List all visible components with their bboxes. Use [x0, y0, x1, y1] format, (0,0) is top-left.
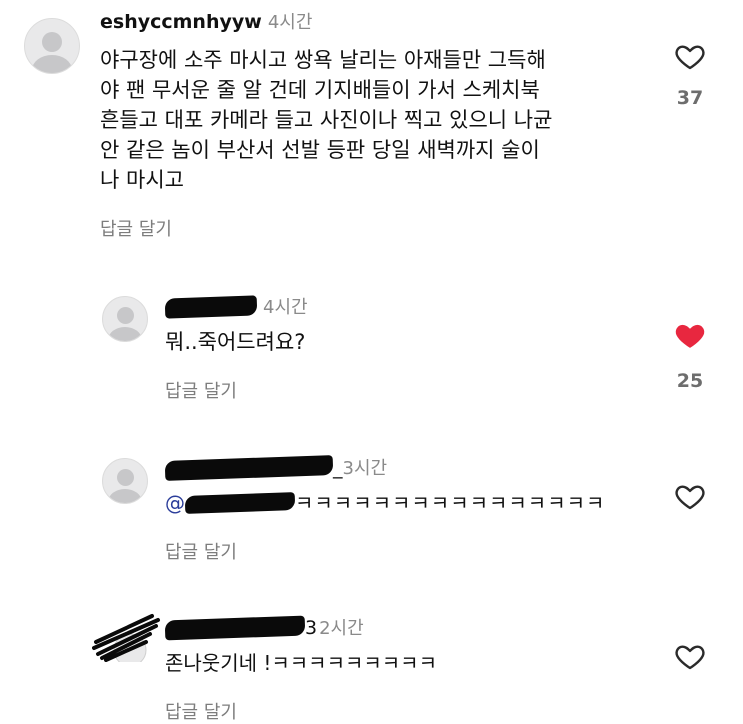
like-count: 37 — [676, 87, 704, 109]
reply-button[interactable]: 답글 달기 — [165, 377, 237, 403]
comment-text-line: 흔들고 대포 카메라 들고 사진이나 찍고 있으니 나균 — [100, 108, 553, 132]
timestamp: 2시간 — [319, 618, 364, 639]
heart-filled-icon[interactable] — [674, 319, 706, 351]
comment-text-line: 나 마시고 — [100, 168, 184, 192]
avatar[interactable] — [102, 296, 148, 342]
heart-outline-icon[interactable] — [674, 480, 706, 512]
redacted-username — [164, 295, 258, 319]
reply-item: _3시간 @ ㅋㅋㅋㅋㅋㅋㅋㅋㅋㅋㅋㅋㅋㅋㅋㅋ 답글 달기 — [0, 448, 743, 568]
comment-text-body: ㅋㅋㅋㅋㅋㅋㅋㅋㅋㅋㅋㅋㅋㅋㅋㅋ — [295, 491, 606, 515]
reply-item: 3 2시간 존나웃기네 !ㅋㅋㅋㅋㅋㅋㅋㅋㅋ 답글 달기 — [0, 608, 743, 724]
comment-header: _3시간 — [164, 455, 388, 481]
heart-outline-icon[interactable] — [674, 40, 706, 72]
mention[interactable]: @ — [165, 491, 185, 515]
avatar-head-shape — [42, 32, 62, 52]
comment-item: eshyccmnhyyw 4시간 야구장에 소주 마시고 쌍욕 날리는 아재들만 … — [0, 0, 743, 250]
avatar-head-shape — [116, 307, 134, 324]
reply-button[interactable]: 답글 달기 — [165, 698, 237, 724]
timestamp: 3시간 — [342, 458, 388, 479]
comment-text-line: 야구장에 소주 마시고 쌍욕 날리는 아재들만 그득해 — [100, 48, 546, 72]
avatar[interactable] — [102, 458, 148, 504]
comment-header: 4시간 — [164, 295, 308, 320]
redacted-username — [164, 615, 306, 641]
heart-outline-icon[interactable] — [674, 640, 706, 672]
comment-header: 3 2시간 — [164, 615, 364, 641]
redacted-avatar — [92, 614, 160, 662]
avatar-body-shape — [32, 55, 72, 73]
comment-text: 뭐..죽어드려요? — [165, 330, 306, 354]
timestamp: 4시간 — [263, 297, 308, 318]
avatar-body-shape — [108, 327, 142, 341]
like-count: 25 — [676, 370, 704, 392]
redacted-mention — [184, 492, 296, 514]
avatar-head-shape — [116, 469, 134, 486]
comment-text: @ ㅋㅋㅋㅋㅋㅋㅋㅋㅋㅋㅋㅋㅋㅋㅋㅋ — [165, 488, 605, 518]
reply-button[interactable]: 답글 달기 — [165, 538, 237, 564]
reply-item: 4시간 뭐..죽어드려요? 답글 달기 25 — [0, 285, 743, 415]
username[interactable]: eshyccmnhyyw — [100, 11, 262, 33]
avatar[interactable] — [24, 18, 80, 74]
comment-text: 야구장에 소주 마시고 쌍욕 날리는 아재들만 그득해 야 팬 무서운 줄 알 … — [100, 45, 660, 195]
avatar-body-shape — [108, 489, 142, 503]
comment-header: eshyccmnhyyw 4시간 — [100, 10, 312, 35]
comment-text: 존나웃기네 !ㅋㅋㅋㅋㅋㅋㅋㅋㅋ — [165, 651, 437, 675]
timestamp: 4시간 — [267, 12, 313, 33]
comment-text-line: 안 같은 놈이 부산서 선발 등판 당일 새벽까지 술이 — [100, 138, 540, 162]
redacted-username — [164, 455, 334, 481]
comment-text-line: 야 팬 무서운 줄 알 건데 기지배들이 가서 스케치북 — [100, 78, 540, 102]
username-visible-fragment[interactable]: 3 — [305, 617, 317, 639]
username-visible-fragment[interactable]: _ — [333, 457, 343, 479]
reply-button[interactable]: 답글 달기 — [100, 215, 172, 241]
